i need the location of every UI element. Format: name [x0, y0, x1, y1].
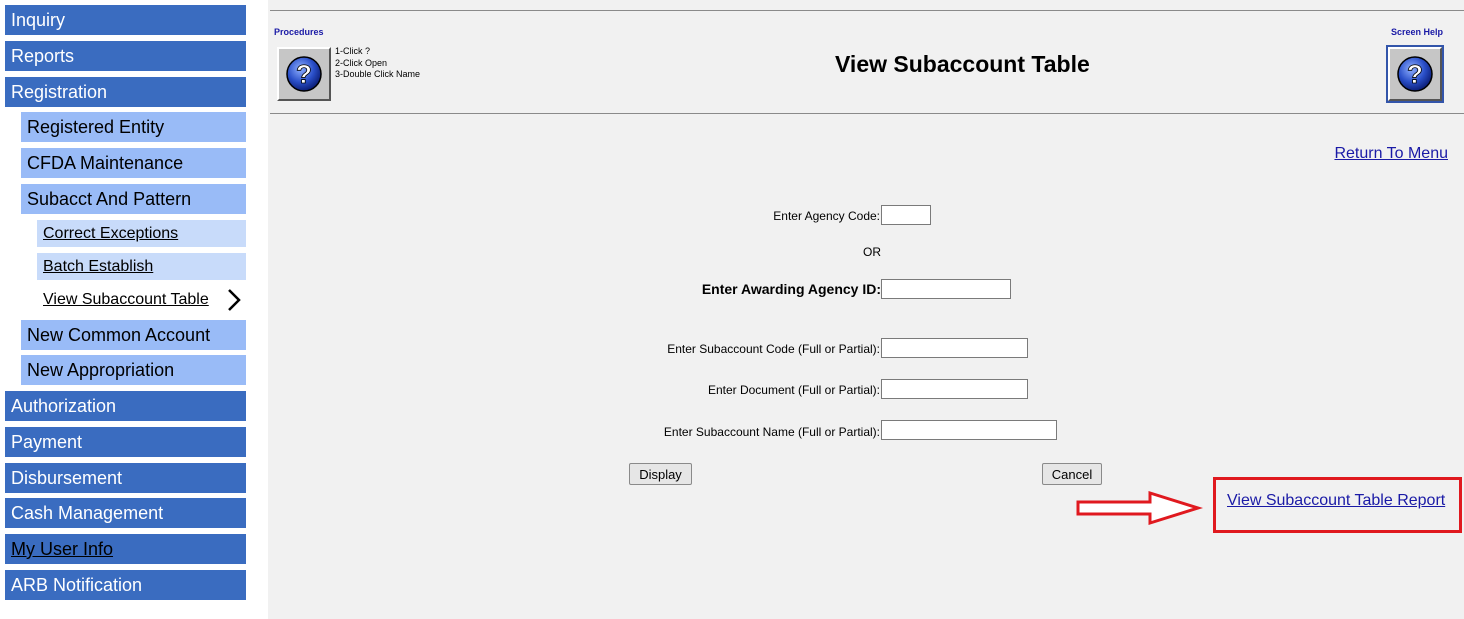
awarding-agency-label: Enter Awarding Agency ID: — [701, 281, 881, 297]
display-button[interactable]: Display — [629, 463, 692, 485]
nav-authorization[interactable]: Authorization — [5, 391, 246, 421]
subaccount-name-input[interactable] — [881, 420, 1057, 440]
document-input[interactable] — [881, 379, 1028, 399]
procedures-help-button[interactable]: ? — [277, 47, 331, 101]
nav-new-common-account[interactable]: New Common Account — [21, 320, 246, 350]
nav-view-subaccount-table-label: View Subaccount Table — [43, 291, 209, 308]
nav-my-user-info[interactable]: My User Info — [5, 534, 246, 564]
or-label: OR — [863, 245, 881, 259]
awarding-agency-input[interactable] — [881, 279, 1011, 299]
nav-arb-notification[interactable]: ARB Notification — [5, 570, 246, 600]
procedure-step: 1-Click ? — [335, 46, 371, 56]
screen-help-button[interactable]: ? — [1386, 45, 1444, 103]
question-icon: ? — [286, 56, 322, 92]
nav-new-appropriation[interactable]: New Appropriation — [21, 355, 246, 385]
nav-view-subaccount-table[interactable]: View Subaccount Table — [37, 286, 246, 313]
page-title: View Subaccount Table — [835, 51, 1090, 77]
nav-registered-entity[interactable]: Registered Entity — [21, 112, 246, 142]
question-icon: ? — [1397, 56, 1433, 92]
document-label: Enter Document (Full or Partial): — [707, 383, 880, 397]
nav-correct-exceptions[interactable]: Correct Exceptions — [37, 220, 246, 247]
subaccount-code-input[interactable] — [881, 338, 1028, 358]
nav-disbursement[interactable]: Disbursement — [5, 463, 246, 493]
sidebar: Inquiry Reports Registration Registered … — [0, 0, 268, 619]
top-divider — [270, 10, 1464, 11]
nav-payment[interactable]: Payment — [5, 427, 246, 457]
nav-batch-establish[interactable]: Batch Establish — [37, 253, 246, 280]
agency-code-label: Enter Agency Code: — [773, 209, 880, 223]
svg-text:?: ? — [1407, 59, 1423, 89]
procedure-step: 3-Double Click Name — [335, 69, 421, 79]
nav-inquiry[interactable]: Inquiry — [5, 5, 246, 35]
nav-registration[interactable]: Registration — [5, 77, 246, 107]
svg-text:?: ? — [296, 59, 312, 89]
procedures-label: Procedures — [274, 27, 324, 37]
view-subaccount-table-report-link[interactable]: View Subaccount Table Report — [1227, 492, 1445, 510]
nav-cash-management[interactable]: Cash Management — [5, 498, 246, 528]
subaccount-code-label: Enter Subaccount Code (Full or Partial): — [667, 342, 880, 356]
subaccount-name-label: Enter Subaccount Name (Full or Partial): — [663, 425, 880, 439]
nav-reports[interactable]: Reports — [5, 41, 246, 71]
main-content: Procedures ? 1-Click ? 2-Click Open 3-Do… — [270, 0, 1464, 619]
cancel-button[interactable]: Cancel — [1042, 463, 1102, 485]
arrow-right-icon — [1076, 490, 1204, 526]
nav-subacct-and-pattern[interactable]: Subacct And Pattern — [21, 184, 246, 214]
return-to-menu-link[interactable]: Return To Menu — [1334, 145, 1448, 163]
nav-cfda-maintenance[interactable]: CFDA Maintenance — [21, 148, 246, 178]
screen-help-label: Screen Help — [1391, 27, 1444, 37]
header-divider — [270, 113, 1464, 114]
chevron-right-icon — [228, 289, 241, 311]
procedure-step: 2-Click Open — [335, 57, 388, 68]
procedure-steps: 1-Click ? 2-Click Open 3-Double Click Na… — [335, 46, 420, 81]
agency-code-input[interactable] — [881, 205, 931, 225]
